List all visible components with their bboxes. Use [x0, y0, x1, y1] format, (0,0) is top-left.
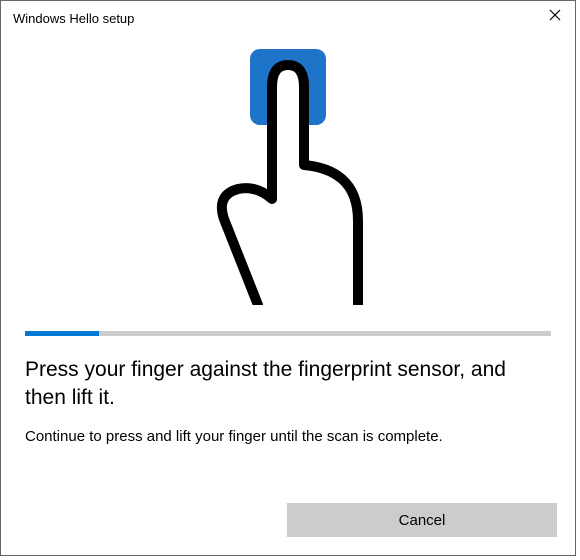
- finger-on-sensor-icon: [188, 45, 388, 305]
- window-title: Windows Hello setup: [13, 11, 134, 26]
- dialog-content: Press your finger against the fingerprin…: [1, 35, 575, 485]
- dialog-window: Windows Hello setup Press your finger ag…: [0, 0, 576, 556]
- button-row: Cancel: [1, 485, 575, 555]
- progress-bar: [25, 331, 551, 336]
- instruction-subtext: Continue to press and lift your finger u…: [25, 427, 551, 447]
- close-button[interactable]: [535, 1, 575, 29]
- titlebar: Windows Hello setup: [1, 1, 575, 35]
- fingerprint-illustration: [25, 35, 551, 325]
- cancel-button[interactable]: Cancel: [287, 503, 557, 537]
- instruction-heading: Press your finger against the fingerprin…: [25, 356, 551, 413]
- close-icon: [549, 9, 561, 21]
- progress-fill: [25, 331, 99, 336]
